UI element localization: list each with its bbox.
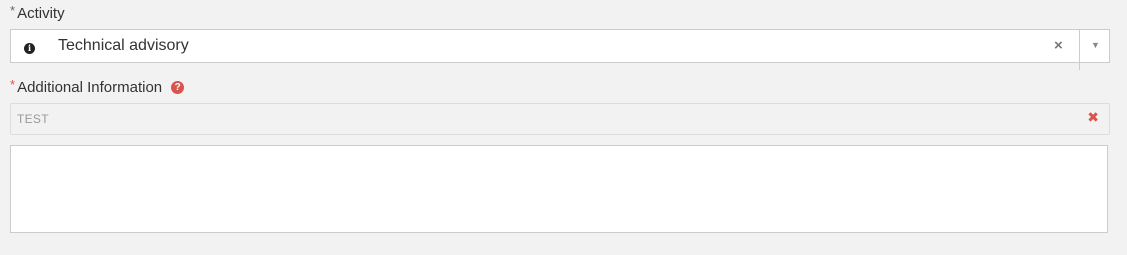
- required-asterisk: *: [10, 3, 16, 18]
- help-icon[interactable]: ?: [171, 81, 185, 94]
- activity-select[interactable]: i Technical advisory × ▼: [10, 29, 1110, 70]
- select-divider: [1079, 30, 1080, 70]
- chevron-down-icon[interactable]: ▼: [1091, 40, 1100, 50]
- additional-information-label-text: Additional Information: [17, 79, 163, 96]
- tag-value: TEST: [17, 112, 49, 126]
- activity-label: * Activity: [10, 3, 65, 22]
- additional-information-label: * Additional Information ?: [10, 77, 185, 96]
- additional-information-textarea[interactable]: [10, 145, 1108, 233]
- activity-selected-value: Technical advisory: [58, 37, 189, 54]
- clear-selection-icon[interactable]: ×: [1054, 37, 1063, 54]
- activity-label-text: Activity: [17, 5, 65, 22]
- required-asterisk: *: [10, 77, 16, 92]
- remove-icon[interactable]: ✖: [1087, 109, 1099, 126]
- info-icon: i: [24, 43, 35, 54]
- additional-information-tag-field[interactable]: TEST ✖: [10, 103, 1110, 135]
